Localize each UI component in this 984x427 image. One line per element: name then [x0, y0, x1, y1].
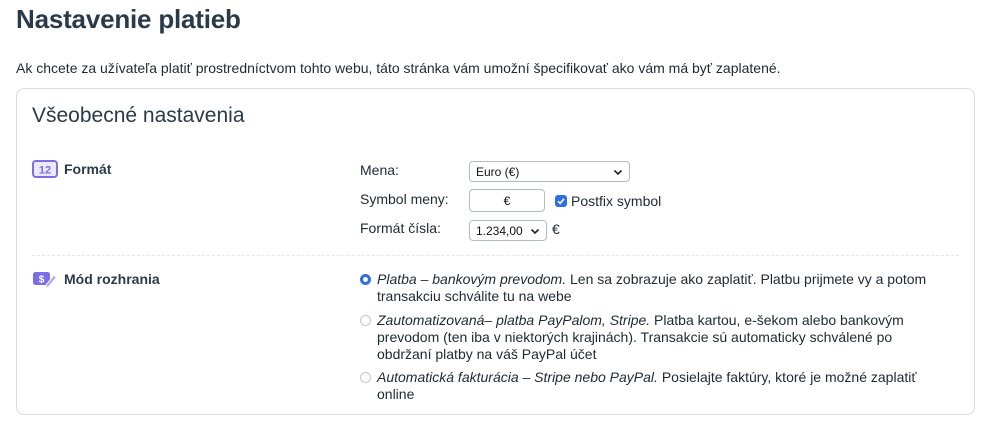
mode-option-text: Platba – bankovým prevodom. Len sa zobra…: [377, 271, 950, 305]
currency-symbol-input[interactable]: €: [469, 189, 545, 212]
check-icon: [557, 198, 565, 205]
currency-symbol-value: €: [503, 193, 511, 208]
number-format-suffix: €: [552, 221, 560, 237]
card-title: Všeobecné nastavenia: [32, 104, 245, 127]
mode-option-title: Platba – bankovým prevodom.: [377, 271, 567, 287]
general-settings-card: Všeobecné nastavenia 12 Formát Mena: Eur…: [16, 88, 975, 415]
number-format-label: Formát čísla:: [360, 220, 441, 236]
interface-mode-section-label: $ Mód rozhrania: [32, 270, 160, 288]
format-section-label: 12 Formát: [32, 160, 111, 178]
currency-select-value: Euro (€): [476, 164, 520, 179]
mode-option-automated-payment[interactable]: Zautomatizovaná– platba PayPalom, Stripe…: [360, 312, 950, 363]
radio-button[interactable]: [360, 372, 371, 383]
currency-label: Mena:: [360, 162, 399, 178]
mode-option-title: Automatická fakturácia – Stripe nebo Pay…: [377, 369, 658, 385]
radio-button[interactable]: [360, 315, 371, 326]
payment-settings-page: Nastavenie platieb Ak chcete za užívateľ…: [0, 0, 984, 427]
page-title: Nastavenie platieb: [16, 4, 241, 34]
mode-option-title: Zautomatizovaná– platba PayPalom, Stripe…: [377, 312, 651, 328]
format-label: Formát: [64, 161, 112, 177]
interface-mode-label: Mód rozhrania: [64, 271, 160, 287]
section-divider: [32, 255, 959, 256]
format-icon-text: 12: [39, 165, 51, 177]
svg-text:$: $: [39, 275, 45, 286]
chevron-down-icon: [613, 169, 623, 175]
number-format-select[interactable]: 1.234,00: [469, 220, 547, 241]
currency-select[interactable]: Euro (€): [469, 161, 630, 182]
payment-edit-icon: $: [32, 270, 58, 288]
page-description: Ak chcete za užívateľa platiť prostrední…: [16, 60, 781, 76]
number-12-icon: 12: [32, 160, 58, 178]
postfix-symbol-checkbox[interactable]: [555, 195, 567, 207]
currency-symbol-label: Symbol meny:: [360, 191, 449, 207]
postfix-symbol-label[interactable]: Postfix symbol: [571, 193, 661, 209]
mode-option-automatic-invoicing[interactable]: Automatická fakturácia – Stripe nebo Pay…: [360, 369, 950, 403]
mode-option-text: Automatická fakturácia – Stripe nebo Pay…: [377, 369, 950, 403]
chevron-down-icon: [530, 228, 540, 234]
mode-option-bank-transfer[interactable]: Platba – bankovým prevodom. Len sa zobra…: [360, 271, 950, 305]
radio-button-selected[interactable]: [360, 274, 371, 285]
mode-option-text: Zautomatizovaná– platba PayPalom, Stripe…: [377, 312, 950, 363]
number-format-value: 1.234,00: [476, 223, 523, 238]
